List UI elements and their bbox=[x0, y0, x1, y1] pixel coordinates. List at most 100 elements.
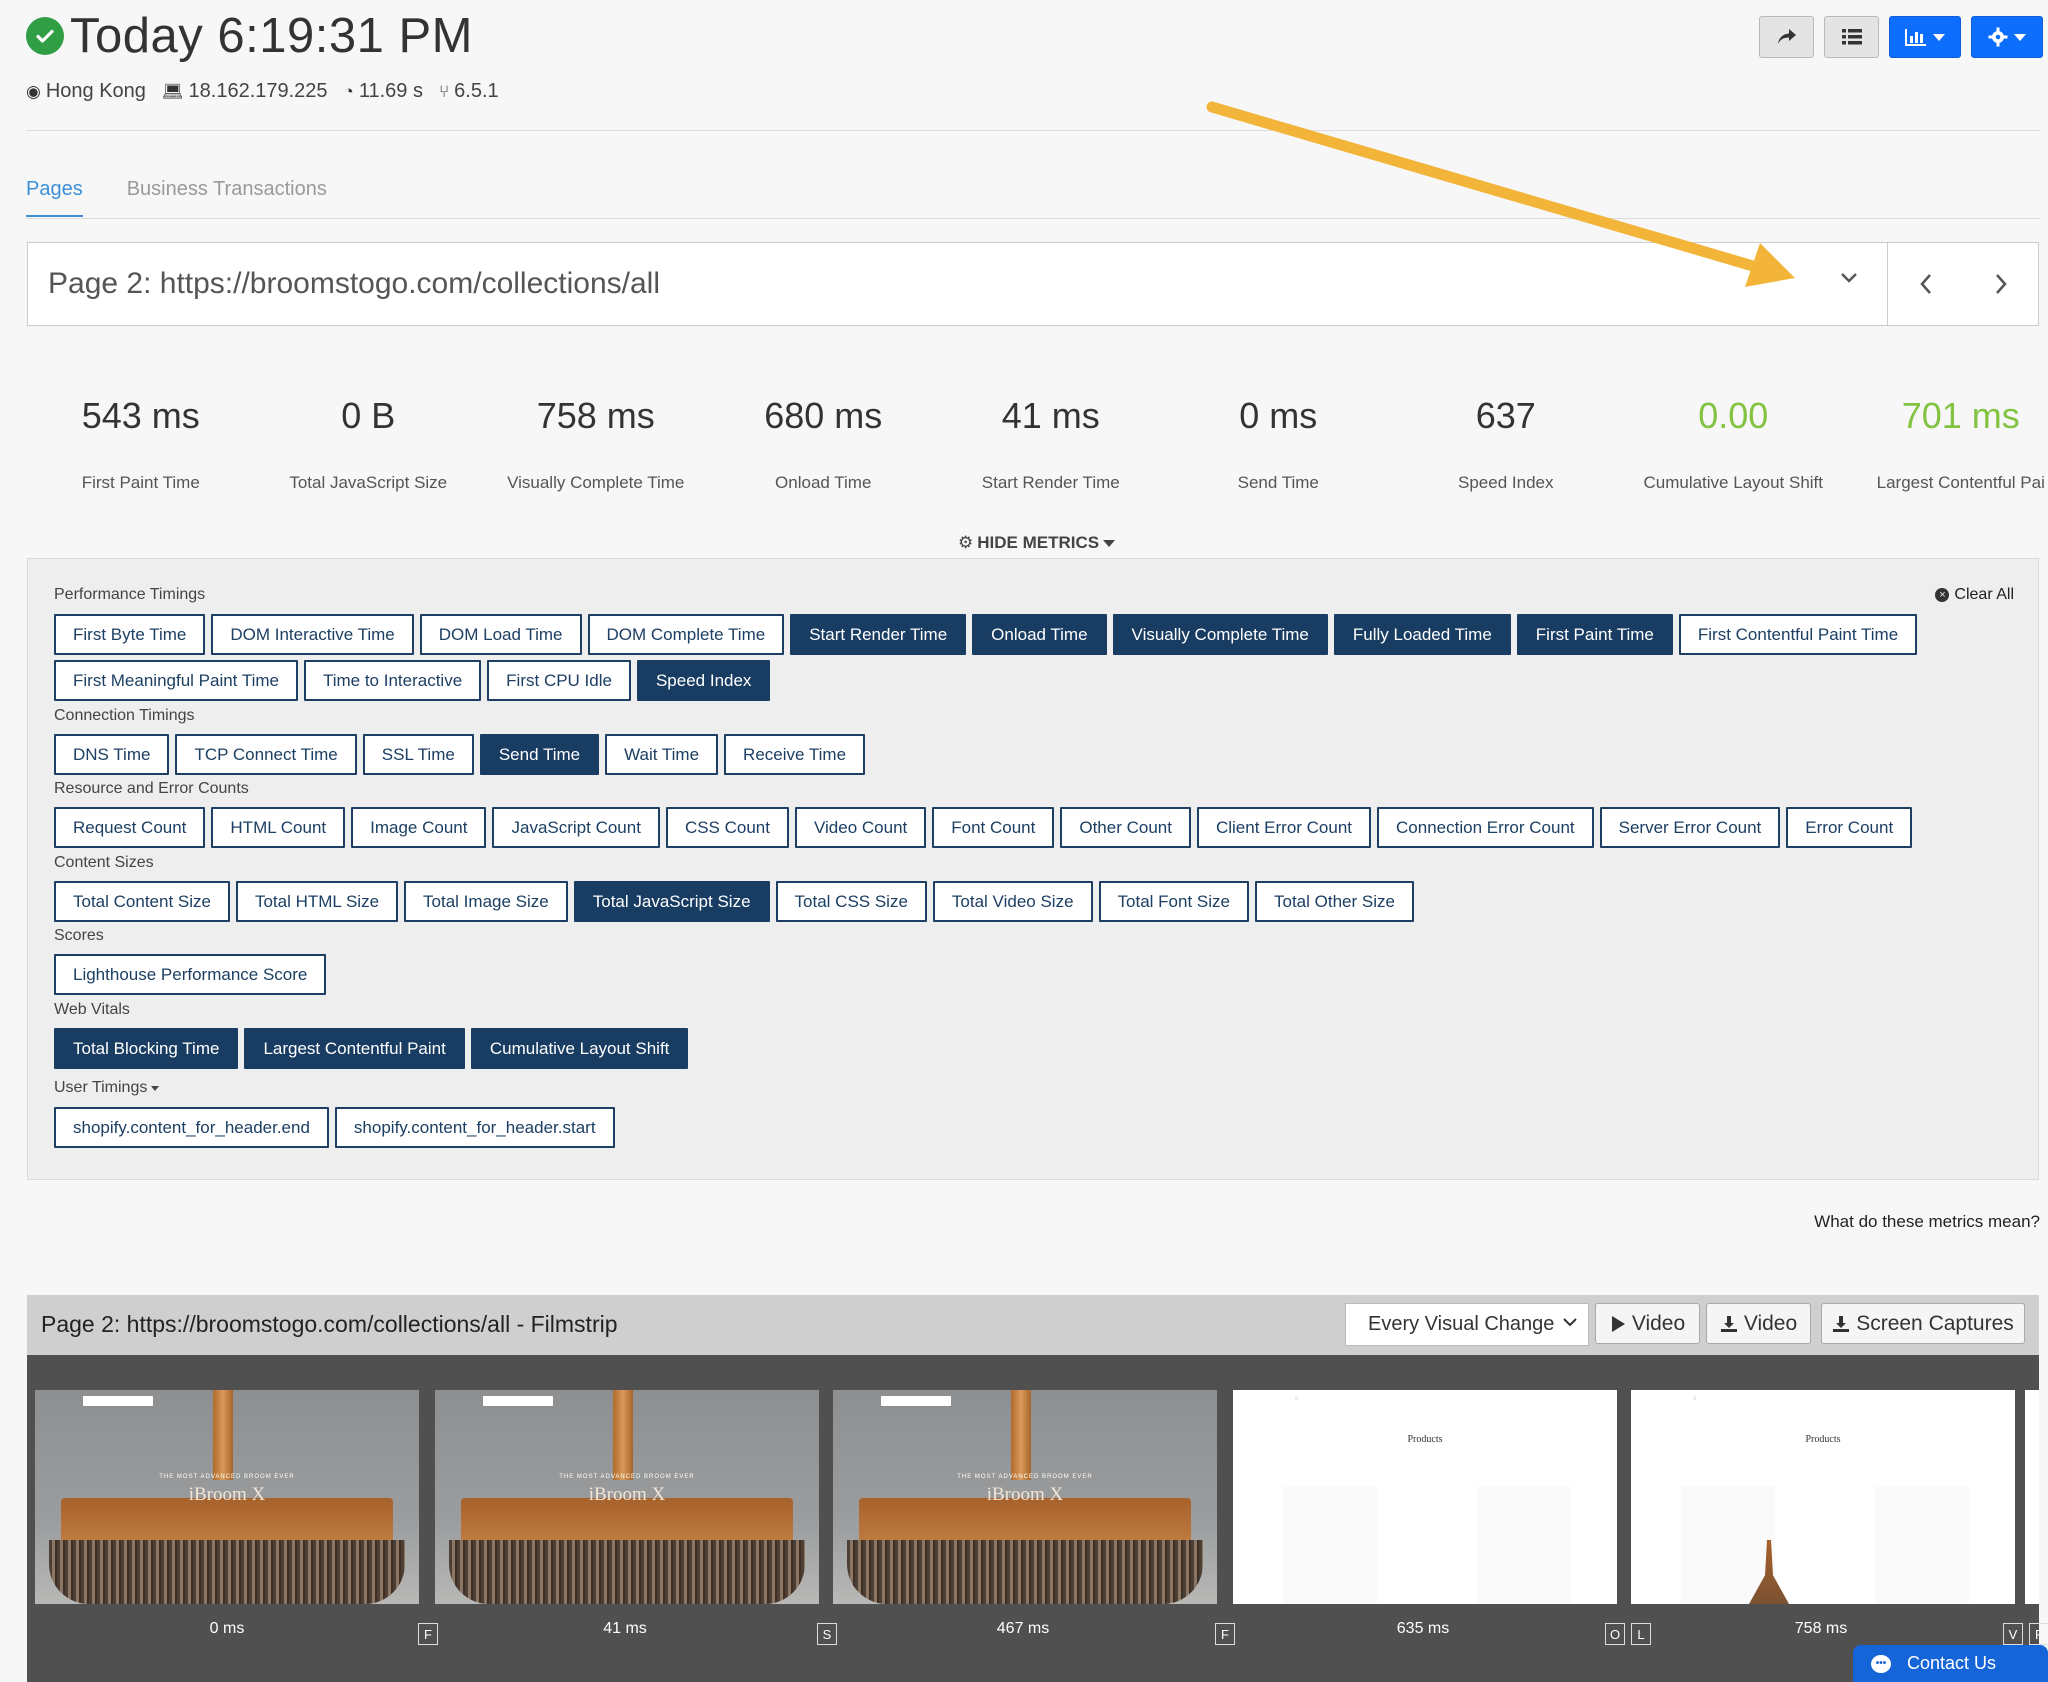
user-timings-toggle[interactable]: User Timings bbox=[54, 1079, 160, 1097]
metric-toggle-total-html-size[interactable]: Total HTML Size bbox=[235, 881, 399, 922]
chevron-down-icon bbox=[1841, 273, 1857, 283]
metric-toggle-request-count[interactable]: Request Count bbox=[54, 807, 206, 848]
tab-pages[interactable]: Pages bbox=[26, 178, 83, 217]
filmstrip-frame[interactable]: ◌ Products bbox=[1233, 1390, 1617, 1604]
metric-toggle-image-count[interactable]: Image Count bbox=[351, 807, 487, 848]
metric-toggle-ssl-time[interactable]: SSL Time bbox=[362, 734, 474, 775]
frame-timestamp: 635 ms bbox=[1396, 1620, 1450, 1637]
metric-toggle-send-time[interactable]: Send Time bbox=[479, 734, 600, 775]
metric-value: 701 ms bbox=[1901, 395, 2020, 436]
filmstrip-frame[interactable]: THE MOST ADVANCED BROOM EVER iBroom X bbox=[833, 1390, 1217, 1604]
metric-toggle-first-paint-time[interactable]: First Paint Time bbox=[1516, 614, 1673, 655]
tab-business-transactions[interactable]: Business Transactions bbox=[127, 178, 327, 217]
play-video-button[interactable]: Video bbox=[1595, 1303, 1700, 1344]
chat-bubble-icon: ••• bbox=[1871, 1654, 1891, 1673]
version-meta: ⑂ 6.5.1 bbox=[439, 80, 499, 103]
metric-toggle-speed-index[interactable]: Speed Index bbox=[636, 660, 771, 701]
group-label-connection: Connection Timings bbox=[54, 707, 195, 724]
metric-toggle-client-error-count[interactable]: Client Error Count bbox=[1196, 807, 1372, 848]
share-button[interactable] bbox=[1759, 16, 1814, 58]
group-label-resources: Resource and Error Counts bbox=[54, 780, 249, 797]
hide-metrics-label: HIDE METRICS bbox=[977, 533, 1100, 552]
metric-toggle-total-css-size[interactable]: Total CSS Size bbox=[775, 881, 927, 922]
filmstrip-frames: THE MOST ADVANCED BROOM EVER iBroom X 0 ms… bbox=[27, 1355, 2048, 1682]
metric-toggle-font-count[interactable]: Font Count bbox=[932, 807, 1055, 848]
chips-vitals: Total Blocking Time Largest Contentful Pa… bbox=[54, 1028, 689, 1069]
run-title: Today 6:19:31 PM bbox=[70, 9, 473, 63]
clock-icon: ◔ bbox=[343, 81, 354, 101]
metric-toggle-first-meaningful-paint-time[interactable]: First Meaningful Paint Time bbox=[54, 660, 298, 701]
metric-toggle-first-byte-time[interactable]: First Byte Time bbox=[54, 614, 206, 655]
metric-toggle-fully-loaded-time[interactable]: Fully Loaded Time bbox=[1333, 614, 1511, 655]
frame-brand-title: iBroom X bbox=[986, 1484, 1064, 1505]
metric-toggle-total-other-size[interactable]: Total Other Size bbox=[1254, 881, 1414, 922]
filmstrip-frame[interactable]: THE MOST ADVANCED BROOM EVER iBroom X bbox=[435, 1390, 819, 1604]
filmstrip-frame[interactable]: ◌ Products bbox=[1631, 1390, 2015, 1604]
frame-products-heading: Products bbox=[1805, 1434, 1841, 1445]
metric-toggle-connection-error-count[interactable]: Connection Error Count bbox=[1377, 807, 1594, 848]
metric-toggle-lighthouse-performance-score[interactable]: Lighthouse Performance Score bbox=[54, 954, 327, 995]
list-view-button[interactable] bbox=[1824, 16, 1879, 58]
metric-toggle-start-render-time[interactable]: Start Render Time bbox=[790, 614, 967, 655]
metric-toggle-receive-time[interactable]: Receive Time bbox=[724, 734, 866, 775]
metric-toggle-first-contentful-paint-time[interactable]: First Contentful Paint Time bbox=[1678, 614, 1918, 655]
metric-toggle-tcp-connect-time[interactable]: TCP Connect Time bbox=[175, 734, 357, 775]
metric-toggle-total-javascript-size[interactable]: Total JavaScript Size bbox=[573, 881, 770, 922]
previous-page-button[interactable] bbox=[1918, 272, 1934, 296]
filmstrip-frame[interactable]: THE MOST ADVANCED BROOM EVER iBroom X bbox=[35, 1390, 419, 1604]
frame-timestamp: 467 ms bbox=[996, 1620, 1050, 1637]
download-icon bbox=[1720, 1315, 1737, 1332]
metric-toggle-total-image-size[interactable]: Total Image Size bbox=[404, 881, 568, 922]
settings-menu-button[interactable] bbox=[1971, 16, 2043, 58]
metric-toggle-shopify-content-for-header-start[interactable]: shopify.content_for_header.start bbox=[334, 1107, 615, 1148]
metric-toggle-onload-time[interactable]: Onload Time bbox=[972, 614, 1107, 655]
download-video-button[interactable]: Video bbox=[1706, 1303, 1811, 1344]
metric-label: Visually Complete Time bbox=[507, 473, 685, 492]
tab-bar: Pages Business Transactions bbox=[26, 178, 327, 217]
metric-toggle-video-count[interactable]: Video Count bbox=[794, 807, 927, 848]
hide-metrics-toggle[interactable]: ⚙ HIDE METRICS bbox=[958, 533, 1116, 553]
metric-toggle-total-blocking-time[interactable]: Total Blocking Time bbox=[54, 1028, 239, 1069]
filmstrip-interval-select[interactable]: Every Visual Change bbox=[1345, 1303, 1589, 1346]
metric-toggle-dom-interactive-time[interactable]: DOM Interactive Time bbox=[211, 614, 414, 655]
metric-toggle-time-to-interactive[interactable]: Time to Interactive bbox=[303, 660, 482, 701]
metric-label: Start Render Time bbox=[981, 473, 1120, 492]
metric-selector-panel: Performance Timings × Clear All First By… bbox=[27, 558, 2039, 1180]
group-label-vitals: Web Vitals bbox=[54, 1001, 130, 1018]
metric-toggle-css-count[interactable]: CSS Count bbox=[665, 807, 789, 848]
metric-value: 758 ms bbox=[536, 395, 655, 436]
metric-toggle-dom-complete-time[interactable]: DOM Complete Time bbox=[587, 614, 785, 655]
metric-first-paint-time: 543 ms First Paint Time bbox=[27, 395, 255, 493]
metric-toggle-server-error-count[interactable]: Server Error Count bbox=[1599, 807, 1781, 848]
metric-toggle-javascript-count[interactable]: JavaScript Count bbox=[492, 807, 660, 848]
caret-down-icon bbox=[1933, 33, 1945, 41]
frame-event-badge: F bbox=[418, 1623, 438, 1645]
frame-product-card bbox=[1477, 1486, 1571, 1604]
metrics-summary: 543 ms First Paint Time 0 B Total JavaScrip… bbox=[27, 395, 2048, 493]
metric-toggle-wait-time[interactable]: Wait Time bbox=[605, 734, 719, 775]
metric-toggle-other-count[interactable]: Other Count bbox=[1060, 807, 1191, 848]
metric-toggle-total-content-size[interactable]: Total Content Size bbox=[54, 881, 230, 922]
metric-toggle-html-count[interactable]: HTML Count bbox=[211, 807, 346, 848]
metric-toggle-error-count[interactable]: Error Count bbox=[1786, 807, 1913, 848]
metric-toggle-total-video-size[interactable]: Total Video Size bbox=[932, 881, 1093, 922]
metric-toggle-total-font-size[interactable]: Total Font Size bbox=[1098, 881, 1249, 922]
next-page-button[interactable] bbox=[1993, 272, 2009, 296]
metric-label: Speed Index bbox=[1458, 473, 1554, 492]
metric-toggle-cumulative-layout-shift[interactable]: Cumulative Layout Shift bbox=[470, 1028, 689, 1069]
close-circle-icon: × bbox=[1935, 588, 1950, 602]
metric-toggle-dom-load-time[interactable]: DOM Load Time bbox=[419, 614, 582, 655]
metrics-help-link[interactable]: What do these metrics mean? bbox=[1814, 1212, 2040, 1232]
metric-toggle-first-cpu-idle[interactable]: First CPU Idle bbox=[487, 660, 631, 701]
clear-all-button[interactable]: × Clear All bbox=[1935, 586, 2014, 604]
frame-event-badge: L bbox=[1631, 1623, 1651, 1645]
metric-toggle-visually-complete-time[interactable]: Visually Complete Time bbox=[1112, 614, 1328, 655]
metric-toggle-dns-time[interactable]: DNS Time bbox=[54, 734, 170, 775]
chart-menu-button[interactable] bbox=[1889, 16, 1961, 58]
screen-captures-button[interactable]: Screen Captures bbox=[1821, 1303, 2025, 1344]
filmstrip-frame-partial bbox=[2025, 1390, 2039, 1604]
metric-toggle-largest-contentful-paint[interactable]: Largest Contentful Paint bbox=[244, 1028, 465, 1069]
annotation-arrow bbox=[1206, 101, 1795, 287]
contact-us-button[interactable]: ••• Contact Us bbox=[1853, 1645, 2048, 1682]
metric-toggle-shopify-content-for-header-end[interactable]: shopify.content_for_header.end bbox=[54, 1107, 329, 1148]
